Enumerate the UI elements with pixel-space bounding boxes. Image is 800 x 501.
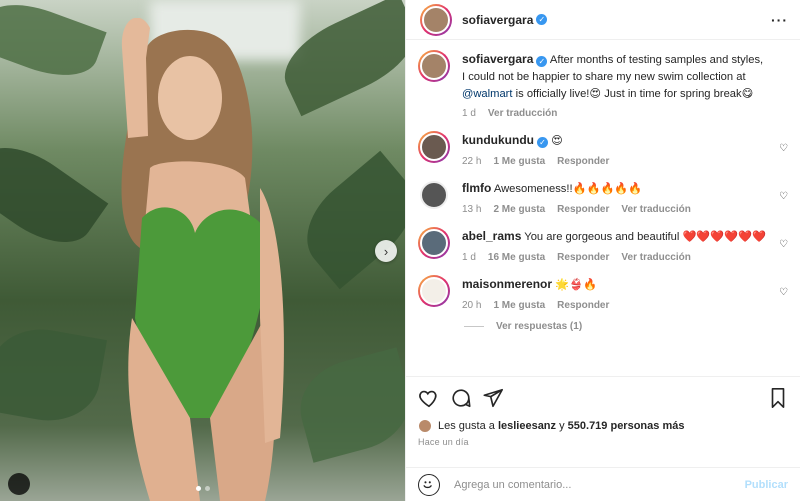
see-translation-link[interactable]: Ver traducción — [488, 108, 557, 119]
verified-badge-icon: ✓ — [537, 137, 548, 149]
reply-button[interactable]: Responder — [557, 204, 609, 215]
author-avatar[interactable] — [420, 3, 452, 36]
post-header: sofiavergara ✓ ··· — [406, 0, 800, 40]
caption-age: 1 d — [462, 108, 476, 120]
commenter-avatar[interactable] — [418, 226, 450, 259]
verified-badge-icon: ✓ — [536, 56, 548, 67]
commenter-avatar[interactable] — [418, 179, 450, 211]
heart-icon[interactable]: ♡ — [779, 287, 788, 298]
commenter-username[interactable]: abel_rams — [462, 229, 521, 243]
reply-button[interactable]: Responder — [557, 300, 609, 311]
caption: sofiavergara ✓ After months of testing sa… — [418, 50, 788, 119]
smiley-icon[interactable] — [418, 473, 440, 496]
comment-age: 22 h — [462, 156, 482, 168]
post-actions: Les gusta a leslieesanz y 550.719 person… — [406, 376, 800, 467]
comment-item: abel_rams You are gorgeous and beautiful… — [418, 226, 788, 263]
carousel-dot — [205, 486, 210, 491]
carousel-dots — [196, 486, 210, 491]
author-avatar[interactable] — [418, 50, 450, 82]
woman-figure — [121, 18, 284, 501]
bookmark-icon[interactable] — [768, 387, 788, 409]
comment-item: flmfo Awesomeness!!🔥🔥🔥🔥🔥 13 h 2 Me gusta… — [418, 179, 788, 215]
paper-plane-icon[interactable] — [482, 387, 504, 409]
comment-age: 1 d — [462, 251, 476, 263]
comment-text: 😍 — [551, 135, 563, 148]
comment-likes[interactable]: 2 Me gusta — [493, 204, 545, 215]
post-time: Hace un día — [418, 437, 469, 447]
comment-icon[interactable] — [450, 387, 472, 409]
view-replies-button[interactable]: Ver respuestas (1) — [464, 321, 788, 332]
comment-text: You are gorgeous and beautiful ❤️❤️❤️❤️❤… — [524, 230, 767, 243]
caption-mention-link[interactable]: @walmart — [462, 88, 513, 100]
commenter-username[interactable]: maisonmerenor — [462, 277, 552, 291]
view-replies-label: Ver respuestas (1) — [496, 320, 583, 332]
liker-avatar[interactable] — [418, 419, 432, 433]
caption-text-tail: is officially live!😍 Just in time for sp… — [515, 87, 754, 100]
author-username[interactable]: sofiavergara — [462, 13, 533, 27]
post-sidebar: sofiavergara ✓ ··· sofiavergara ✓ After m… — [405, 0, 800, 501]
comment-text: Awesomeness!!🔥🔥🔥🔥🔥 — [493, 183, 643, 196]
commenter-avatar[interactable] — [418, 131, 450, 164]
verified-badge-icon: ✓ — [536, 14, 548, 25]
comment-list: sofiavergara ✓ After months of testing sa… — [406, 40, 800, 376]
heart-icon[interactable]: ♡ — [779, 143, 788, 154]
commenter-username[interactable]: kundukundu — [462, 133, 534, 147]
commenter-username[interactable]: flmfo — [462, 181, 491, 195]
likes-summary: Les gusta a leslieesanz y 550.719 person… — [418, 419, 788, 433]
comment-likes[interactable]: 1 Me gusta — [493, 300, 545, 311]
caption-username[interactable]: sofiavergara — [462, 52, 533, 66]
tag-users-button[interactable] — [8, 473, 30, 495]
heart-icon[interactable]: ♡ — [779, 239, 788, 250]
heart-icon[interactable]: ♡ — [779, 191, 788, 202]
comment-form: Publicar — [406, 467, 800, 501]
comment-item: maisonmerenor 🌟👙🔥 20 h 1 Me gusta Respon… — [418, 274, 788, 311]
post-comment-button[interactable]: Publicar — [745, 479, 788, 491]
likes-joiner: y — [559, 420, 565, 432]
carousel-dot — [196, 486, 201, 491]
next-photo-button[interactable]: › — [375, 240, 397, 262]
comment-age: 13 h — [462, 203, 482, 215]
comment-input[interactable] — [454, 478, 745, 491]
see-translation-link[interactable]: Ver traducción — [621, 252, 690, 263]
commenter-avatar[interactable] — [418, 274, 450, 307]
reply-button[interactable]: Responder — [557, 156, 609, 167]
comment-likes[interactable]: 16 Me gusta — [488, 252, 545, 263]
comment-age: 20 h — [462, 299, 482, 311]
see-translation-link[interactable]: Ver traducción — [621, 204, 690, 215]
heart-icon[interactable] — [418, 387, 440, 409]
more-horizontal-icon[interactable]: ··· — [771, 12, 788, 28]
chevron-right-icon: › — [383, 243, 389, 259]
liker-username[interactable]: leslieesanz — [498, 420, 556, 432]
post-photo[interactable]: › — [0, 0, 405, 501]
comment-likes[interactable]: 1 Me gusta — [493, 156, 545, 167]
comment-item: kundukundu ✓ 😍 22 h 1 Me gusta Responder … — [418, 131, 788, 167]
likes-prefix: Les gusta a — [438, 420, 495, 432]
comment-text: 🌟👙🔥 — [555, 278, 597, 291]
reply-button[interactable]: Responder — [557, 252, 609, 263]
likes-count-link[interactable]: 550.719 personas más — [568, 420, 685, 432]
divider — [464, 325, 484, 327]
